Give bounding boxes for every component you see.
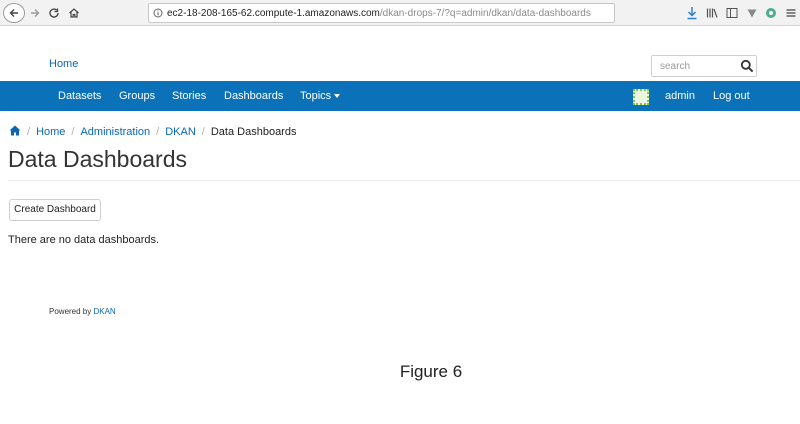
shield-icon[interactable] <box>746 5 758 21</box>
create-dashboard-button[interactable]: Create Dashboard <box>9 199 101 221</box>
search-icon[interactable] <box>738 56 756 76</box>
menu-icon[interactable] <box>785 5 797 21</box>
caret-down-icon <box>334 94 341 99</box>
library-icon[interactable] <box>706 5 718 21</box>
breadcrumb-current: Data Dashboards <box>210 126 297 138</box>
url-host: ec2-18-208-165-62.compute-1.amazonaws.co… <box>167 7 380 19</box>
empty-message: There are no data dashboards. <box>8 234 160 246</box>
powered-by-dkan-link[interactable]: DKAN <box>93 307 115 316</box>
breadcrumb: / Home / Administration / DKAN / Data Da… <box>9 125 296 139</box>
extension-icon[interactable] <box>765 5 777 21</box>
breadcrumb-separator: / <box>201 126 205 138</box>
breadcrumb-separator: / <box>156 126 160 138</box>
sidebar-icon[interactable] <box>726 5 738 21</box>
nav-datasets[interactable]: Datasets <box>58 81 101 111</box>
main-nav: Datasets Groups Stories Dashboards Topic… <box>0 81 800 111</box>
url-path: /dkan-drops-7/?q=admin/dkan/data-dashboa… <box>379 7 591 19</box>
nav-dashboards[interactable]: Dashboards <box>224 81 283 111</box>
home-icon[interactable] <box>9 125 21 139</box>
back-icon[interactable] <box>3 3 25 23</box>
browser-toolbar: ec2-18-208-165-62.compute-1.amazonaws.co… <box>0 0 800 26</box>
nav-user[interactable]: admin <box>665 81 695 111</box>
site-home-link[interactable]: Home <box>49 58 78 70</box>
reload-icon[interactable] <box>46 3 62 23</box>
powered-by: Powered by DKAN <box>49 307 116 316</box>
avatar[interactable] <box>633 89 649 105</box>
breadcrumb-home[interactable]: Home <box>36 126 65 138</box>
nav-groups[interactable]: Groups <box>119 81 155 111</box>
breadcrumb-separator: / <box>27 126 31 138</box>
breadcrumb-separator: / <box>71 126 75 138</box>
page-title: Data Dashboards <box>8 146 187 172</box>
forward-icon[interactable] <box>27 3 43 23</box>
nav-stories[interactable]: Stories <box>172 81 206 111</box>
breadcrumb-dkan[interactable]: DKAN <box>165 126 196 138</box>
home-icon[interactable] <box>66 3 82 23</box>
nav-topics-dropdown[interactable]: Topics <box>300 81 341 111</box>
breadcrumb-administration[interactable]: Administration <box>80 126 150 138</box>
divider <box>8 180 800 181</box>
url-bar[interactable]: ec2-18-208-165-62.compute-1.amazonaws.co… <box>148 3 615 23</box>
search-box <box>651 55 757 77</box>
search-input[interactable] <box>658 59 738 73</box>
nav-topics-label: Topics <box>300 90 332 102</box>
powered-by-label: Powered by <box>49 307 92 316</box>
nav-logout[interactable]: Log out <box>713 81 750 111</box>
info-icon[interactable] <box>149 8 167 18</box>
figure-caption: Figure 6 <box>399 362 463 381</box>
download-icon[interactable] <box>686 5 698 21</box>
